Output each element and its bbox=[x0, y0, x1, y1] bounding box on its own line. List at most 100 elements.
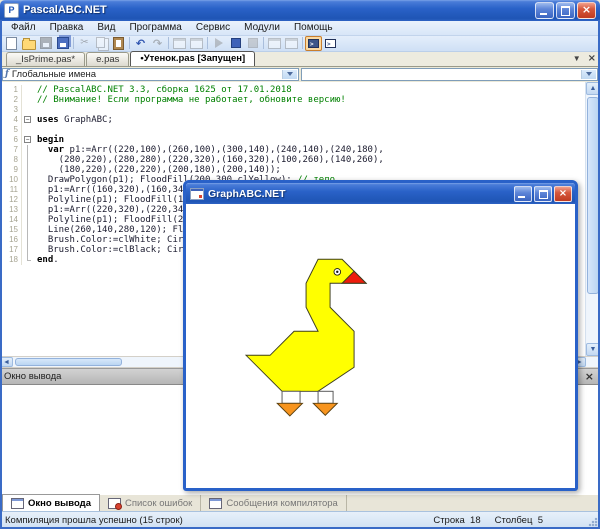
window-frame-left bbox=[0, 20, 2, 529]
code-text: Line(260,140,280,120); FloodF bbox=[33, 225, 205, 235]
toolbar-separator bbox=[73, 37, 74, 49]
new-file-button[interactable] bbox=[3, 36, 20, 51]
toolbar-separator bbox=[263, 37, 264, 49]
output-close-icon[interactable]: × bbox=[585, 371, 594, 382]
bottom-tab[interactable]: Сообщения компилятора bbox=[201, 495, 347, 511]
code-text: (180,220),(220,220),(200,180),(200,140))… bbox=[33, 165, 281, 175]
minimize-icon bbox=[540, 13, 547, 15]
globals-combobox[interactable]: ƒ Глобальные имена bbox=[2, 68, 299, 81]
fold-column bbox=[22, 145, 33, 155]
show-form-button[interactable] bbox=[171, 36, 188, 51]
minimize-button[interactable] bbox=[535, 2, 554, 19]
editor-tab[interactable]: •Утенок.pas [Запущен] bbox=[130, 51, 255, 66]
code-line[interactable]: 8 (280,220),(280,280),(220,320),(160,320… bbox=[0, 155, 585, 165]
line-number: 1 bbox=[0, 85, 22, 95]
copy-icon bbox=[96, 37, 105, 48]
code-line[interactable]: 4−uses GraphABC; bbox=[0, 115, 585, 125]
fold-collapse-icon[interactable]: − bbox=[22, 135, 33, 145]
paste-button[interactable] bbox=[110, 36, 127, 51]
graphabc-canvas[interactable] bbox=[186, 204, 575, 488]
menu-item[interactable]: Файл bbox=[4, 22, 43, 33]
fold-column bbox=[22, 165, 33, 175]
chevron-down-icon[interactable] bbox=[581, 70, 596, 79]
toggle-messages-window-button[interactable]: > bbox=[322, 36, 339, 51]
fold-column bbox=[22, 205, 33, 215]
fold-column bbox=[22, 155, 33, 165]
code-line[interactable]: 1// PascalABC.NET 3.3, сборка 1625 от 17… bbox=[0, 85, 585, 95]
line-number: 4 bbox=[0, 115, 22, 125]
line-number: 16 bbox=[0, 235, 22, 245]
code-line[interactable]: 3 bbox=[0, 105, 585, 115]
run-icon bbox=[215, 38, 223, 48]
line-number: 5 bbox=[0, 125, 22, 135]
menu-item[interactable]: Вид bbox=[90, 22, 122, 33]
toggle-messages-window-icon: > bbox=[325, 39, 336, 48]
editor-tab[interactable]: _IsPrime.pas* bbox=[6, 52, 85, 66]
toggle-output-window-button[interactable]: > bbox=[305, 36, 322, 51]
redo-button[interactable]: ↷ bbox=[149, 36, 166, 51]
save-all-button[interactable] bbox=[54, 36, 71, 51]
graphabc-window[interactable]: GraphABC.NET × bbox=[183, 180, 578, 491]
menu-bar: ФайлПравкаВидПрограммаСервисМодулиПомощь bbox=[0, 21, 600, 36]
horizontal-scroll-thumb[interactable] bbox=[15, 358, 122, 366]
code-line[interactable]: 7 var p1:=Arr((220,100),(260,100),(300,1… bbox=[0, 145, 585, 155]
tool-b-button[interactable] bbox=[283, 36, 300, 51]
toolbar-separator bbox=[207, 37, 208, 49]
fold-column bbox=[22, 85, 33, 95]
copy-button[interactable] bbox=[93, 36, 110, 51]
fold-collapse-icon[interactable]: − bbox=[22, 115, 33, 125]
close-button[interactable]: × bbox=[577, 2, 596, 19]
open-file-icon bbox=[22, 40, 36, 50]
editor-tab[interactable]: e.pas bbox=[86, 52, 129, 66]
code-text bbox=[33, 105, 37, 115]
tab-close-icon[interactable]: × bbox=[588, 54, 596, 64]
stop-icon bbox=[231, 38, 241, 48]
code-line[interactable]: 9 (180,220),(220,220),(200,180),(200,140… bbox=[0, 165, 585, 175]
open-file-button[interactable] bbox=[20, 36, 37, 51]
graphabc-close-button[interactable]: × bbox=[554, 186, 572, 202]
code-line[interactable]: 6−begin bbox=[0, 135, 585, 145]
stop-button[interactable] bbox=[227, 36, 244, 51]
tab-list-icon[interactable]: ▼ bbox=[573, 54, 581, 64]
line-number: 9 bbox=[0, 165, 22, 175]
maximize-icon bbox=[539, 190, 548, 199]
menu-item[interactable]: Программа bbox=[122, 22, 188, 33]
title-bar[interactable]: P PascalABC.NET × bbox=[0, 0, 600, 21]
menu-item[interactable]: Модули bbox=[237, 22, 287, 33]
run-button[interactable] bbox=[210, 36, 227, 51]
menu-item[interactable]: Помощь bbox=[287, 22, 340, 33]
caret-line-indicator: Строка 18 bbox=[433, 515, 480, 526]
graphabc-title-bar[interactable]: GraphABC.NET × bbox=[186, 183, 575, 204]
fold-column bbox=[22, 195, 33, 205]
show-code-button[interactable] bbox=[188, 36, 205, 51]
graphabc-maximize-button[interactable] bbox=[534, 186, 552, 202]
maximize-icon bbox=[561, 6, 570, 16]
bottom-tab[interactable]: Окно вывода bbox=[2, 494, 100, 511]
code-line[interactable]: 5 bbox=[0, 125, 585, 135]
cut-button[interactable]: ✂ bbox=[76, 36, 93, 51]
compiler-messages-icon bbox=[209, 498, 222, 509]
compile-button[interactable] bbox=[244, 36, 261, 51]
toolbar-separator bbox=[168, 37, 169, 49]
globals-combobox-value: Глобальные имена bbox=[12, 69, 96, 80]
code-line[interactable]: 2// Внимание! Если программа не работает… bbox=[0, 95, 585, 105]
tool-a-button[interactable] bbox=[266, 36, 283, 51]
line-number: 3 bbox=[0, 105, 22, 115]
code-text: Polyline(p1); FloodFill(180,3 bbox=[33, 195, 205, 205]
graphabc-window-title: GraphABC.NET bbox=[208, 188, 514, 200]
line-number: 6 bbox=[0, 135, 22, 145]
save-file-button[interactable] bbox=[37, 36, 54, 51]
maximize-button[interactable] bbox=[556, 2, 575, 19]
menu-item[interactable]: Сервис bbox=[189, 22, 237, 33]
members-combobox[interactable] bbox=[301, 68, 598, 81]
save-all-icon bbox=[57, 37, 69, 49]
menu-item[interactable]: Правка bbox=[43, 22, 91, 33]
chevron-down-icon[interactable] bbox=[282, 70, 297, 79]
graphabc-minimize-button[interactable] bbox=[514, 186, 532, 202]
resize-grip[interactable] bbox=[588, 517, 598, 527]
new-file-icon bbox=[6, 37, 17, 50]
undo-button[interactable]: ↶ bbox=[132, 36, 149, 51]
line-number: 2 bbox=[0, 95, 22, 105]
bottom-tab[interactable]: Список ошибок bbox=[100, 495, 201, 511]
line-number: 15 bbox=[0, 225, 22, 235]
